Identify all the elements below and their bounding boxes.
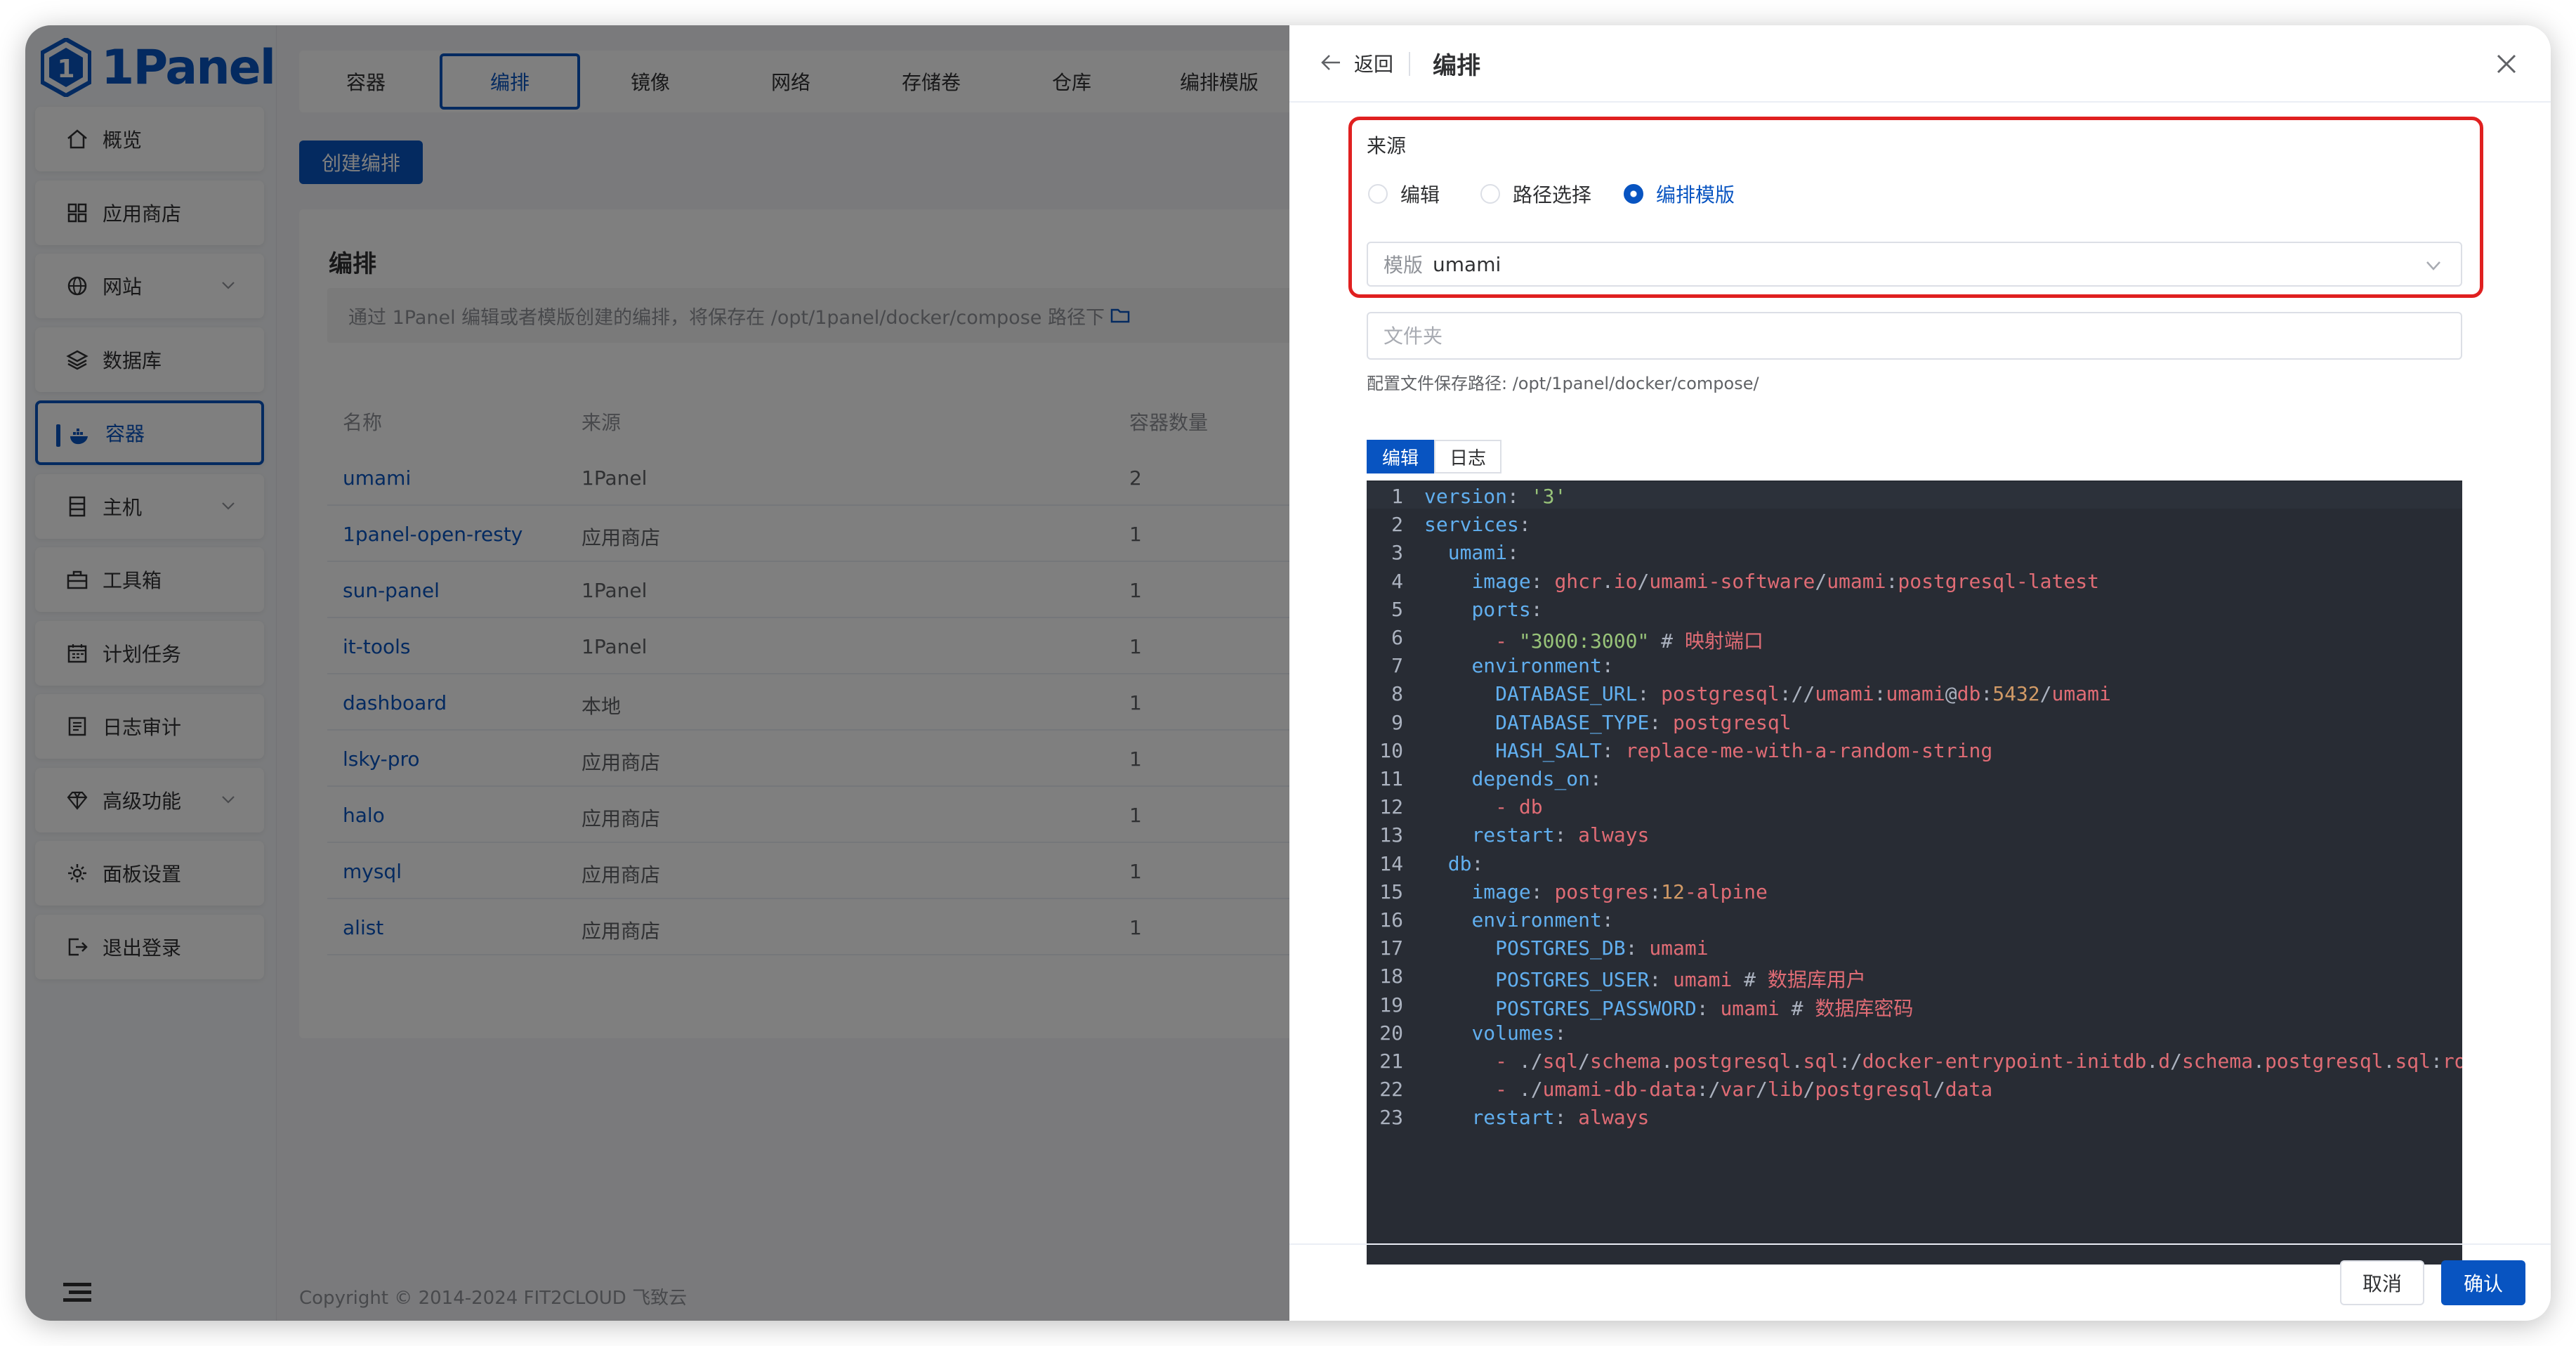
line-number: 18 [1379, 965, 1403, 988]
code-line[interactable]: volumes: [1424, 1021, 1566, 1045]
source-label: 来源 [1367, 134, 1407, 157]
close-icon[interactable] [2496, 53, 2517, 74]
code-line[interactable]: - db [1424, 795, 1542, 818]
code-line[interactable]: - ./sql/schema.postgresql.sql:/docker-en… [1424, 1050, 2462, 1073]
radio-label: 编辑 [1400, 183, 1440, 207]
line-number: 6 [1391, 626, 1403, 649]
code-line[interactable]: HASH_SALT: replace-me-with-a-random-stri… [1424, 739, 1992, 762]
line-number: 1 [1391, 485, 1403, 508]
radio-circle-checked [1624, 184, 1643, 204]
code-line[interactable]: - ./umami-db-data:/var/lib/postgresql/da… [1424, 1078, 1992, 1101]
line-number: 19 [1379, 993, 1403, 1017]
line-number: 22 [1379, 1078, 1403, 1102]
radio-label: 路径选择 [1513, 183, 1592, 207]
code-line[interactable]: DATABASE_TYPE: postgresql [1424, 711, 1791, 734]
drawer-title: 编排 [1433, 52, 1480, 80]
code-line[interactable]: ports: [1424, 598, 1542, 621]
editor-tab-edit[interactable]: 编辑 [1367, 440, 1434, 473]
chevron-down-icon [2426, 261, 2440, 270]
radio-edit[interactable]: 编辑 [1368, 180, 1440, 208]
drawer-footer: 取消 确认 [1289, 1243, 2551, 1321]
line-number: 23 [1379, 1106, 1403, 1130]
back-arrow-icon[interactable] [1320, 53, 1341, 72]
code-line[interactable]: environment: [1424, 908, 1613, 932]
code-line[interactable]: POSTGRES_DB: umami [1424, 936, 1708, 960]
line-number: 15 [1379, 880, 1403, 903]
cancel-button[interactable]: 取消 [2340, 1260, 2424, 1305]
path-hint: 配置文件保存路径: /opt/1panel/docker/compose/ [1367, 374, 1759, 393]
line-number: 14 [1379, 851, 1403, 875]
line-number: 3 [1391, 541, 1403, 565]
code-line[interactable]: depends_on: [1424, 767, 1601, 790]
line-number: 13 [1379, 823, 1403, 847]
code-line[interactable]: services: [1424, 513, 1531, 536]
editor-tabs: 编辑 日志 [1367, 440, 1501, 473]
line-number: 8 [1391, 682, 1403, 706]
modal-overlay[interactable] [25, 25, 1289, 1321]
template-select[interactable]: 模版 umami [1367, 242, 2462, 287]
code-line[interactable]: db: [1424, 852, 1484, 875]
code-line[interactable]: environment: [1424, 654, 1613, 677]
code-line[interactable]: POSTGRES_PASSWORD: umami # 数据库密码 [1424, 993, 1913, 1021]
radio-circle [1368, 184, 1388, 204]
radio-circle [1480, 184, 1500, 204]
editor-tab-log[interactable]: 日志 [1434, 440, 1501, 473]
drawer-header: 返回 编排 [1289, 25, 2551, 103]
line-number: 12 [1379, 795, 1403, 819]
code-line[interactable]: image: ghcr.io/umami-software/umami:post… [1424, 570, 2099, 593]
code-line[interactable]: POSTGRES_USER: umami # 数据库用户 [1424, 965, 1866, 993]
line-number: 7 [1391, 654, 1403, 678]
radio-path-select[interactable]: 路径选择 [1480, 180, 1591, 208]
line-number: 11 [1379, 767, 1403, 790]
code-line[interactable]: version: '3' [1424, 485, 1566, 508]
line-number: 17 [1379, 936, 1403, 960]
header-divider [1409, 52, 1410, 76]
line-number: 5 [1391, 597, 1403, 621]
create-compose-drawer: 返回 编排 来源 编辑 路径选择 编排模版 模版 umami 文件夹 配置文件保… [1289, 25, 2551, 1321]
line-number: 9 [1391, 710, 1403, 734]
code-line[interactable]: - "3000:3000" # 映射端口 [1424, 626, 1763, 654]
code-line[interactable]: image: postgres:12-alpine [1424, 880, 1767, 903]
code-editor[interactable]: 1 version: '3' 2 services: 3 umami: 4 image: … [1367, 481, 2462, 1265]
folder-input[interactable] [1367, 312, 2462, 360]
code-line[interactable]: umami: [1424, 541, 1519, 564]
code-line[interactable]: restart: always [1424, 1106, 1649, 1129]
radio-label: 编排模版 [1656, 183, 1735, 207]
line-number: 4 [1391, 569, 1403, 593]
line-number: 10 [1379, 738, 1403, 762]
code-line[interactable]: restart: always [1424, 823, 1649, 847]
template-value: umami [1433, 252, 1501, 276]
drawer-scrollbar[interactable] [2538, 117, 2545, 1255]
line-number: 21 [1379, 1050, 1403, 1073]
app-window: 1 1Panel 概览应用商店网站数据库容器主机工具箱计划任务日志审计高级功能面… [25, 25, 2551, 1321]
line-number: 20 [1379, 1021, 1403, 1045]
line-number: 2 [1391, 513, 1403, 537]
radio-compose-template[interactable]: 编排模版 [1624, 180, 1735, 208]
template-prefix: 模版 [1384, 254, 1424, 277]
code-line[interactable]: DATABASE_URL: postgresql://umami:umami@d… [1424, 682, 2111, 705]
back-button[interactable]: 返回 [1354, 49, 1393, 77]
line-number: 16 [1379, 908, 1403, 932]
confirm-button[interactable]: 确认 [2441, 1260, 2525, 1305]
